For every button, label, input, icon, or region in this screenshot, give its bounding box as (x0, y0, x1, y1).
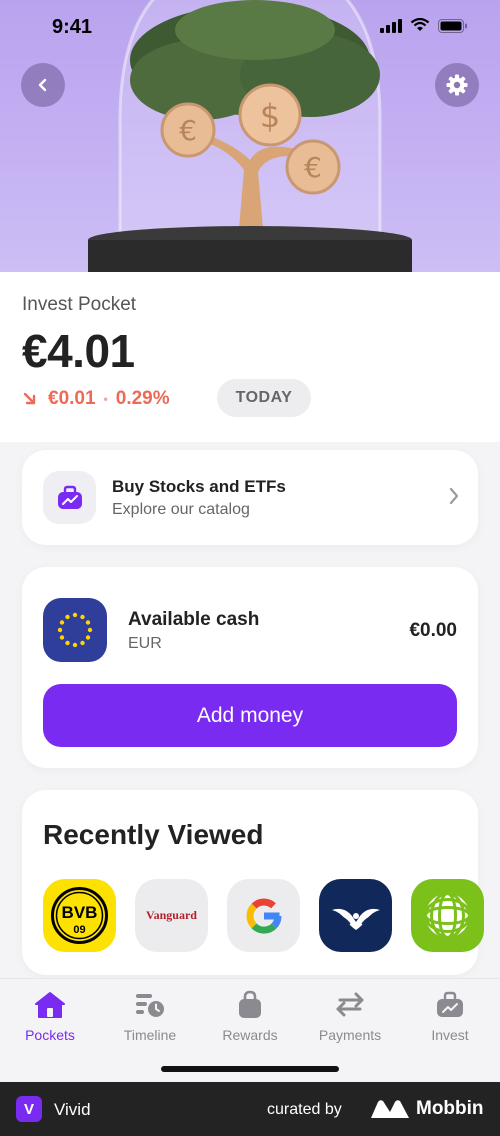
google-logo[interactable] (227, 879, 300, 952)
status-icons (380, 18, 468, 33)
tab-label: Payments (318, 1027, 382, 1043)
settings-button[interactable] (435, 63, 479, 107)
hero-banner: € $ € 9:41 (0, 0, 500, 272)
wifi-icon (410, 18, 430, 31)
tab-label: Pockets (25, 1027, 75, 1043)
chevron-right-icon (449, 487, 459, 505)
mobbin-logo-icon (371, 1100, 409, 1118)
add-money-button[interactable]: Add money (43, 684, 457, 747)
tab-payments[interactable]: Payments (300, 989, 400, 1043)
tab-label: Timeline (123, 1027, 177, 1043)
eagle-logo[interactable] (319, 879, 392, 952)
back-button[interactable] (21, 63, 65, 107)
bag-icon (234, 989, 266, 1021)
change-separator: • (103, 392, 108, 406)
timeline-icon (134, 989, 166, 1021)
cash-amount: €0.00 (409, 620, 457, 641)
available-cash-card: Available cash EUR €0.00 Add money (22, 567, 478, 768)
catalog-title: Buy Stocks and ETFs (112, 477, 286, 496)
status-bar: 9:41 (0, 0, 500, 56)
home-icon (34, 989, 66, 1021)
vivid-logo-icon: V (16, 1096, 42, 1122)
tab-pockets[interactable]: Pockets (0, 989, 100, 1043)
signal-icon (380, 18, 402, 33)
curated-by-label: curated by (267, 1101, 342, 1118)
svg-text:€: € (179, 114, 197, 147)
arrows-icon (334, 989, 366, 1021)
bvb-logo[interactable]: BVB 09 (43, 879, 116, 952)
catalog-subtitle: Explore our catalog (112, 501, 250, 518)
recently-viewed-list: BVB 09 Vanguard (43, 879, 484, 952)
svg-text:$: $ (260, 97, 280, 135)
period-selector[interactable]: TODAY (217, 379, 311, 417)
change-percent: 0.29% (115, 388, 170, 409)
recently-viewed-card: Recently Viewed BVB 09 Vanguard (22, 790, 484, 975)
change-amount: €0.01 (48, 388, 96, 409)
bottom-tab-bar: Pockets Timeline Rewards Payments Invest (0, 978, 500, 1082)
bvb-logo-text: BVB (62, 903, 98, 922)
chevron-left-icon (38, 78, 47, 92)
tab-invest[interactable]: Invest (400, 989, 500, 1043)
pocket-title: Invest Pocket (22, 294, 137, 315)
tab-label: Invest (431, 1027, 469, 1043)
buy-stocks-card[interactable]: Buy Stocks and ETFs Explore our catalog (22, 450, 478, 545)
cash-currency: EUR (128, 635, 162, 652)
footer-bar: V Vivid curated by Mobbin (0, 1082, 500, 1136)
eu-flag-icon (43, 598, 107, 662)
status-time: 9:41 (52, 16, 93, 38)
brand-name: Mobbin (416, 1098, 484, 1119)
recently-viewed-title: Recently Viewed (43, 819, 264, 850)
globe-logo[interactable] (411, 879, 484, 952)
svg-text:€: € (304, 151, 322, 184)
performance-change: €0.01 • 0.29% (22, 388, 170, 410)
pocket-summary: Invest Pocket €4.01 €0.01 • 0.29% TODAY (0, 272, 500, 442)
tab-rewards[interactable]: Rewards (200, 989, 300, 1043)
vanguard-logo[interactable]: Vanguard (135, 879, 208, 952)
catalog-icon-tile (43, 471, 96, 524)
cash-title: Available cash (128, 609, 260, 630)
pocket-balance: €4.01 (22, 325, 135, 377)
tab-label: Rewards (222, 1027, 278, 1043)
tab-timeline[interactable]: Timeline (100, 989, 200, 1043)
battery-icon (438, 18, 467, 33)
briefcase-chart-icon (57, 485, 82, 509)
vanguard-logo-text: Vanguard (146, 908, 197, 922)
home-indicator (161, 1066, 339, 1072)
app-name: Vivid (54, 1100, 91, 1119)
bvb-logo-year: 09 (73, 924, 85, 936)
invest-icon (434, 989, 466, 1021)
gear-icon (446, 74, 468, 96)
arrow-down-right-icon (23, 392, 36, 405)
